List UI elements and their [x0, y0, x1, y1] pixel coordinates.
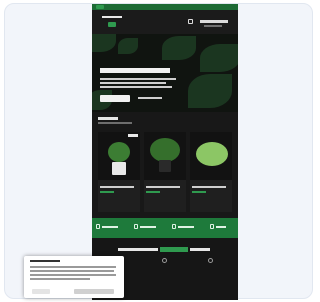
cookie-text-line: [30, 278, 90, 280]
product-card[interactable]: [98, 132, 140, 212]
hero-primary-button[interactable]: [100, 95, 130, 102]
feature-icon: [208, 258, 213, 263]
product-section: [92, 112, 238, 218]
product-image[interactable]: [190, 132, 232, 180]
product-name[interactable]: [192, 186, 226, 188]
benefit-label: [178, 226, 194, 228]
product-price: [192, 191, 206, 193]
benefit-label: [102, 226, 118, 228]
site-header: [92, 10, 238, 34]
cookie-text-line: [30, 266, 116, 268]
product-name[interactable]: [100, 186, 134, 188]
hero-banner: [92, 34, 238, 112]
cookie-text-line: [30, 270, 114, 272]
product-price: [146, 191, 160, 193]
cookie-text-line: [30, 274, 116, 276]
brand-tagline: [204, 25, 222, 27]
plant-pot: [112, 162, 126, 175]
hero-secondary-link[interactable]: [138, 97, 162, 99]
benefit-label: [140, 226, 156, 228]
brand-wordmark[interactable]: [200, 20, 228, 23]
announcement-badge: [96, 5, 104, 9]
feature-icon: [162, 258, 167, 263]
product-badge: [128, 134, 138, 137]
plant-foliage: [150, 138, 180, 162]
benefit-icon: [96, 224, 100, 229]
search-icon[interactable]: [188, 19, 193, 24]
cookie-consent-dialog: [24, 256, 124, 298]
plant-foliage: [196, 142, 228, 166]
section-title: [98, 117, 118, 120]
cookie-dialog-title: [30, 260, 60, 262]
footer-heading: [118, 248, 158, 251]
leaf-decoration: [118, 38, 138, 54]
logo[interactable]: [102, 16, 122, 18]
logo-badge: [108, 22, 116, 27]
benefit-icon: [134, 224, 138, 229]
plant-foliage: [108, 142, 130, 162]
leaf-decoration: [200, 44, 238, 72]
product-name[interactable]: [146, 186, 180, 188]
product-card[interactable]: [190, 132, 232, 212]
leaf-decoration: [188, 74, 232, 108]
hero-text-line: [100, 82, 166, 84]
hero-title: [100, 68, 170, 73]
cookie-accept-button[interactable]: [74, 289, 114, 294]
section-subtitle: [98, 122, 132, 124]
benefit-icon: [172, 224, 176, 229]
hero-text-line: [100, 86, 172, 88]
benefits-bar: [92, 218, 238, 238]
product-image[interactable]: [144, 132, 186, 180]
product-image[interactable]: [98, 132, 140, 180]
leaf-decoration: [92, 34, 116, 52]
product-card[interactable]: [144, 132, 186, 212]
product-price: [100, 191, 114, 193]
benefit-label: [216, 226, 226, 228]
footer-heading-highlight: [160, 247, 188, 252]
leaf-decoration: [162, 36, 196, 60]
benefit-icon: [210, 224, 214, 229]
footer-heading: [190, 248, 210, 251]
cookie-settings-button[interactable]: [32, 289, 50, 294]
plant-pot: [159, 160, 171, 172]
hero-text-line: [100, 78, 176, 80]
